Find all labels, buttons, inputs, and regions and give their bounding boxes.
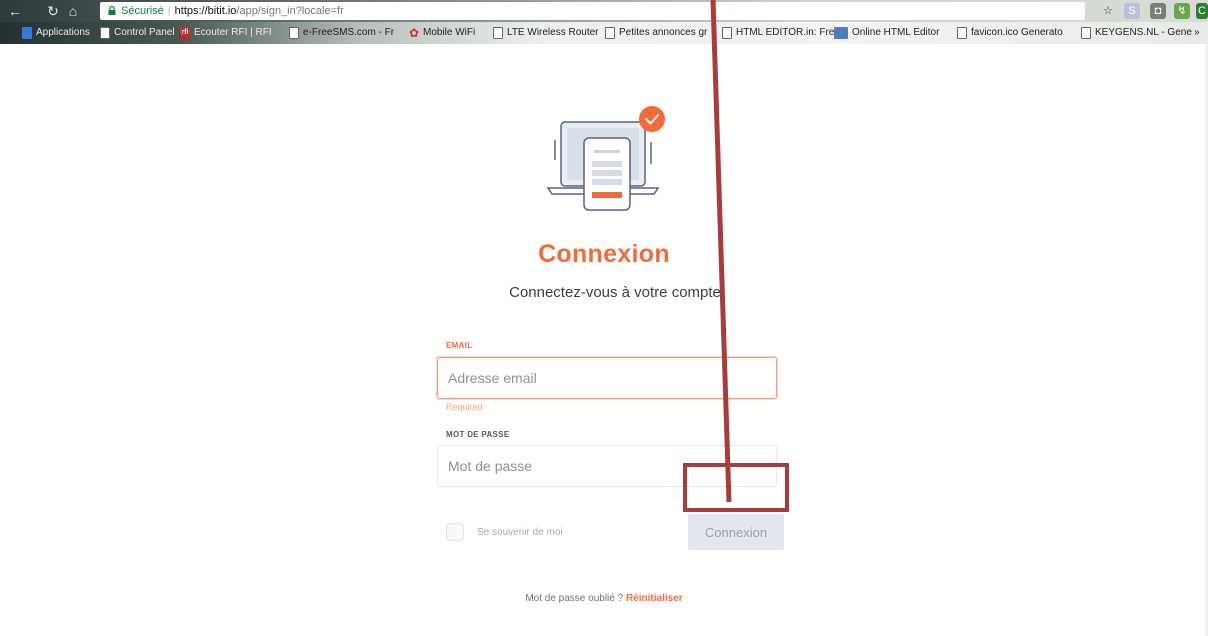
extension-icon[interactable]: ◘: [1150, 3, 1166, 19]
sign-in-page: Connexion Connectez-vous à votre compte …: [0, 44, 1208, 636]
forgot-text: Mot de passe oublié ?: [525, 593, 624, 604]
bookmark-item[interactable]: Petites annonces gr: [605, 22, 707, 44]
reset-password-link[interactable]: Réinitialiser: [626, 593, 683, 604]
bookmark-label: Control Panel: [114, 27, 175, 38]
url-path: /app/sign_in?locale=fr: [236, 5, 344, 17]
star-icon[interactable]: ☆: [1100, 3, 1116, 19]
lock-icon: [108, 6, 116, 15]
bookmark-item[interactable]: favicon.ico Generato: [957, 22, 1063, 44]
apps-icon: [22, 27, 32, 39]
page-icon: [957, 27, 967, 39]
browser-toolbar: ← ↻ ⌂ Sécurisé | https://bitit.io/app/sign…: [0, 0, 1208, 22]
page-icon: [100, 27, 110, 39]
bookmark-label: Petites annonces gr: [619, 27, 708, 38]
bookmark-label: Online HTML Editor: [852, 27, 940, 38]
bookmark-item[interactable]: LTE Wireless Router: [493, 22, 599, 44]
page-title: Connexion: [538, 240, 670, 268]
bookmark-item[interactable]: KEYGENS.NL - Gene: [1081, 22, 1192, 44]
bookmark-item[interactable]: HTML EDITOR.in: Fre: [722, 22, 834, 44]
extension-icon[interactable]: C: [1196, 3, 1208, 19]
huawei-icon: ✿: [409, 26, 420, 40]
bookmark-item[interactable]: Online HTML Editor: [834, 22, 939, 44]
remember-label: Se souvenir de moi: [477, 526, 563, 538]
rfi-icon: rfi: [180, 27, 190, 39]
bookmark-label: HTML EDITOR.in: Fre: [736, 27, 835, 38]
page-icon: [289, 27, 299, 39]
forgot-password: Mot de passe oublié ? Réinitialiser: [0, 593, 1208, 604]
page-subtitle: Connectez-vous à votre compte: [509, 284, 721, 301]
html-icon: [834, 27, 848, 39]
url-bar[interactable]: Sécurisé | https://bitit.io/app/sign_in?lo…: [100, 2, 1085, 20]
password-label: MOT DE PASSE: [446, 430, 510, 439]
skype-extension-icon[interactable]: S: [1124, 3, 1140, 19]
email-label: EMAIL: [446, 341, 473, 350]
email-error: Required: [446, 402, 483, 412]
bookmark-item[interactable]: ✿ Mobile WiFi: [409, 22, 475, 44]
page-icon: [493, 27, 503, 39]
bookmarks-overflow-icon[interactable]: »: [1194, 22, 1200, 44]
bookmarks-bar: Applications Control Panel rfi Ecouter R…: [0, 22, 1208, 44]
bookmark-label: Ecouter RFI | RFI: [194, 27, 272, 38]
url-host: https://bitit.io: [174, 5, 237, 17]
extension-icon[interactable]: ↯: [1174, 3, 1190, 19]
reload-icon[interactable]: ↻: [44, 2, 62, 20]
url-separator: |: [167, 5, 171, 17]
bookmark-label: favicon.ico Generato: [971, 27, 1063, 38]
browser-window: ← ↻ ⌂ Sécurisé | https://bitit.io/app/sign…: [0, 0, 1208, 636]
bookmark-label: Applications: [36, 27, 90, 38]
secure-label: Sécurisé: [121, 5, 164, 17]
home-icon[interactable]: ⌂: [64, 2, 82, 20]
page-icon: [1081, 27, 1091, 39]
back-icon[interactable]: ←: [6, 2, 24, 20]
remember-checkbox[interactable]: [446, 523, 464, 541]
bookmark-item[interactable]: rfi Ecouter RFI | RFI: [180, 22, 272, 44]
bookmark-label: LTE Wireless Router: [507, 27, 599, 38]
remember-me[interactable]: Se souvenir de moi: [446, 523, 563, 541]
laptop-phone-check-icon: [546, 106, 665, 211]
page-icon: [605, 27, 615, 39]
bookmark-label: Mobile WiFi: [423, 27, 476, 38]
bookmark-item[interactable]: Applications: [22, 22, 90, 44]
bookmark-item[interactable]: Control Panel: [100, 22, 175, 44]
page-icon: [722, 27, 732, 39]
password-field[interactable]: [437, 445, 777, 487]
email-field[interactable]: [437, 357, 777, 399]
bookmark-label: KEYGENS.NL - Gene: [1095, 27, 1192, 38]
sign-in-button[interactable]: Connexion: [688, 514, 784, 550]
bookmark-label: e-FreeSMS.com - Fr: [303, 27, 395, 38]
bookmark-item[interactable]: e-FreeSMS.com - Fr: [289, 22, 394, 44]
